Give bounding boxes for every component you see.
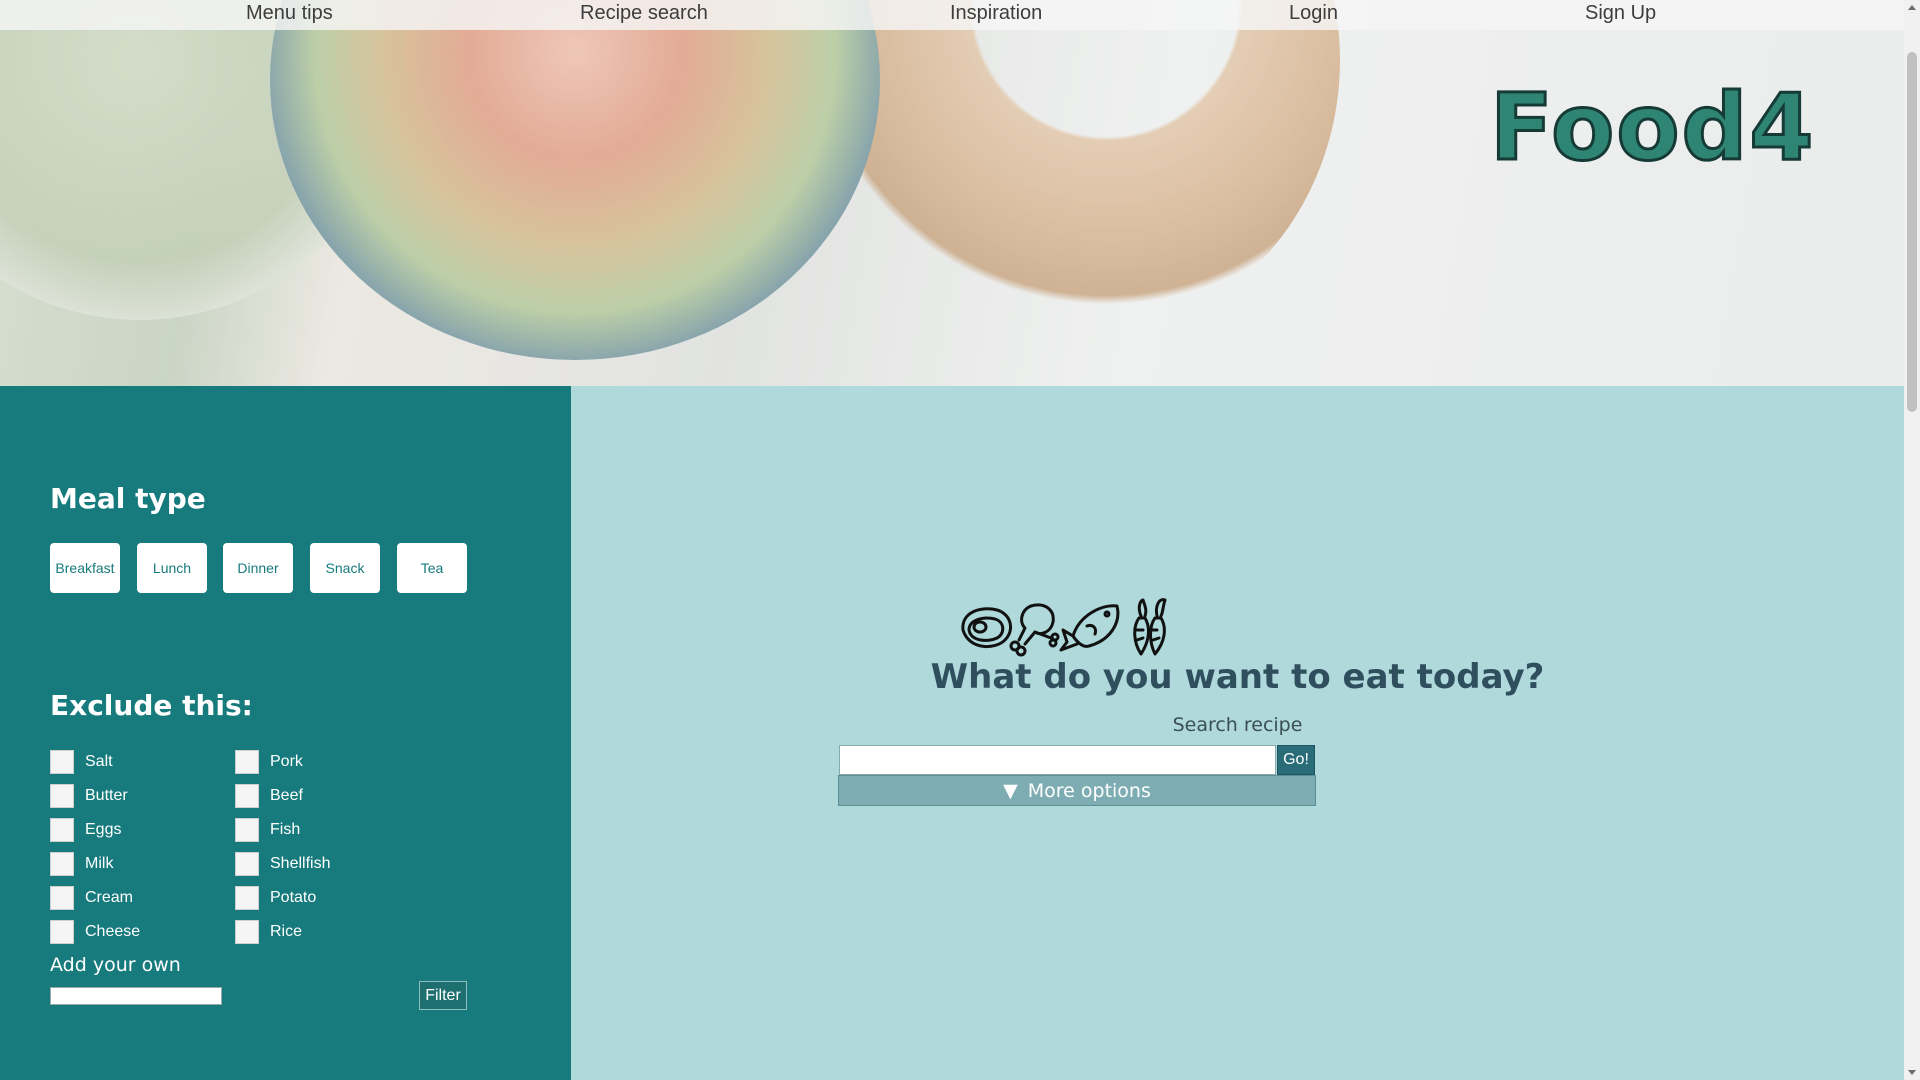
nav-menu-tips[interactable]: Menu tips [246,2,333,25]
page-scrollbar[interactable] [1904,0,1920,1080]
exclude-potato: Potato [235,886,316,910]
hero-banner: Menu tips Recipe search Inspiration Logi… [0,0,1904,386]
meal-type-tea-button[interactable]: Tea [397,543,467,593]
meal-type-heading: Meal type [50,482,206,515]
add-your-own-input[interactable] [50,987,222,1005]
exclude-cheese-checkbox[interactable] [50,920,74,944]
food-icons [961,598,1167,657]
exclude-rice: Rice [235,920,302,944]
exclude-butter-label: Butter [85,787,128,804]
scroll-up-icon[interactable] [1908,5,1916,10]
page-headline: What do you want to eat today? [930,657,1545,697]
exclude-pork-label: Pork [270,753,303,770]
exclude-beef-label: Beef [270,787,303,804]
exclude-eggs-label: Eggs [85,821,122,838]
steak-icon [961,607,1013,649]
exclude-potato-checkbox[interactable] [235,886,259,910]
exclude-fish-checkbox[interactable] [235,818,259,842]
exclude-butter-checkbox[interactable] [50,784,74,808]
exclude-milk-label: Milk [85,855,114,872]
exclude-shellfish-label: Shellfish [270,855,331,872]
exclude-milk-checkbox[interactable] [50,852,74,876]
search-recipe-label: Search recipe [1172,714,1303,736]
nav-sign-up[interactable]: Sign Up [1585,2,1656,25]
filter-button[interactable]: Filter [419,981,467,1010]
meal-type-lunch-button[interactable]: Lunch [137,543,207,593]
meal-type-dinner-button[interactable]: Dinner [223,543,293,593]
exclude-cream-checkbox[interactable] [50,886,74,910]
more-options-button[interactable]: ▼ More options [838,775,1316,806]
fish-icon [1059,604,1120,652]
exclude-cheese: Cheese [50,920,140,944]
meal-type-snack-button[interactable]: Snack [310,543,380,593]
exclude-fish-label: Fish [270,821,301,838]
exclude-shellfish: Shellfish [235,852,330,876]
filter-sidebar: Meal type Breakfast Lunch Dinner Snack T… [0,386,571,1080]
scroll-down-icon[interactable] [1908,1070,1916,1075]
more-options-label: More options [1027,779,1151,802]
exclude-shellfish-checkbox[interactable] [235,852,259,876]
exclude-eggs: Eggs [50,818,121,842]
carrot-icon [1133,598,1167,656]
exclude-potato-label: Potato [270,889,317,906]
exclude-heading: Exclude this: [50,689,253,722]
exclude-eggs-checkbox[interactable] [50,818,74,842]
hero-overlay [0,0,1904,386]
meal-type-breakfast-button[interactable]: Breakfast [50,543,120,593]
exclude-rice-label: Rice [270,923,303,940]
exclude-rice-checkbox[interactable] [235,920,259,944]
add-your-own-label: Add your own [50,954,181,976]
exclude-salt: Salt [50,750,113,774]
exclude-milk: Milk [50,852,113,876]
chicken-leg-icon [1009,603,1060,657]
exclude-fish: Fish [235,818,300,842]
exclude-cream-label: Cream [85,889,134,906]
exclude-butter: Butter [50,784,128,808]
exclude-beef: Beef [235,784,303,808]
recipe-search-input[interactable] [839,745,1276,775]
exclude-salt-label: Salt [85,753,113,770]
site-logo[interactable]: Food4 [1488,73,1815,183]
exclude-salt-checkbox[interactable] [50,750,74,774]
triangle-down-icon: ▼ [1003,779,1018,802]
exclude-pork: Pork [235,750,303,774]
nav-login[interactable]: Login [1289,2,1338,25]
search-panel: What do you want to eat today? Search re… [571,386,1904,1080]
nav-recipe-search[interactable]: Recipe search [580,2,708,25]
exclude-cheese-label: Cheese [85,923,141,940]
go-button[interactable]: Go! [1277,745,1315,775]
scrollbar-thumb[interactable] [1907,52,1917,412]
exclude-beef-checkbox[interactable] [235,784,259,808]
exclude-pork-checkbox[interactable] [235,750,259,774]
top-navigation: Menu tips Recipe search Inspiration Logi… [0,0,1904,30]
nav-inspiration[interactable]: Inspiration [950,2,1042,25]
exclude-cream: Cream [50,886,133,910]
